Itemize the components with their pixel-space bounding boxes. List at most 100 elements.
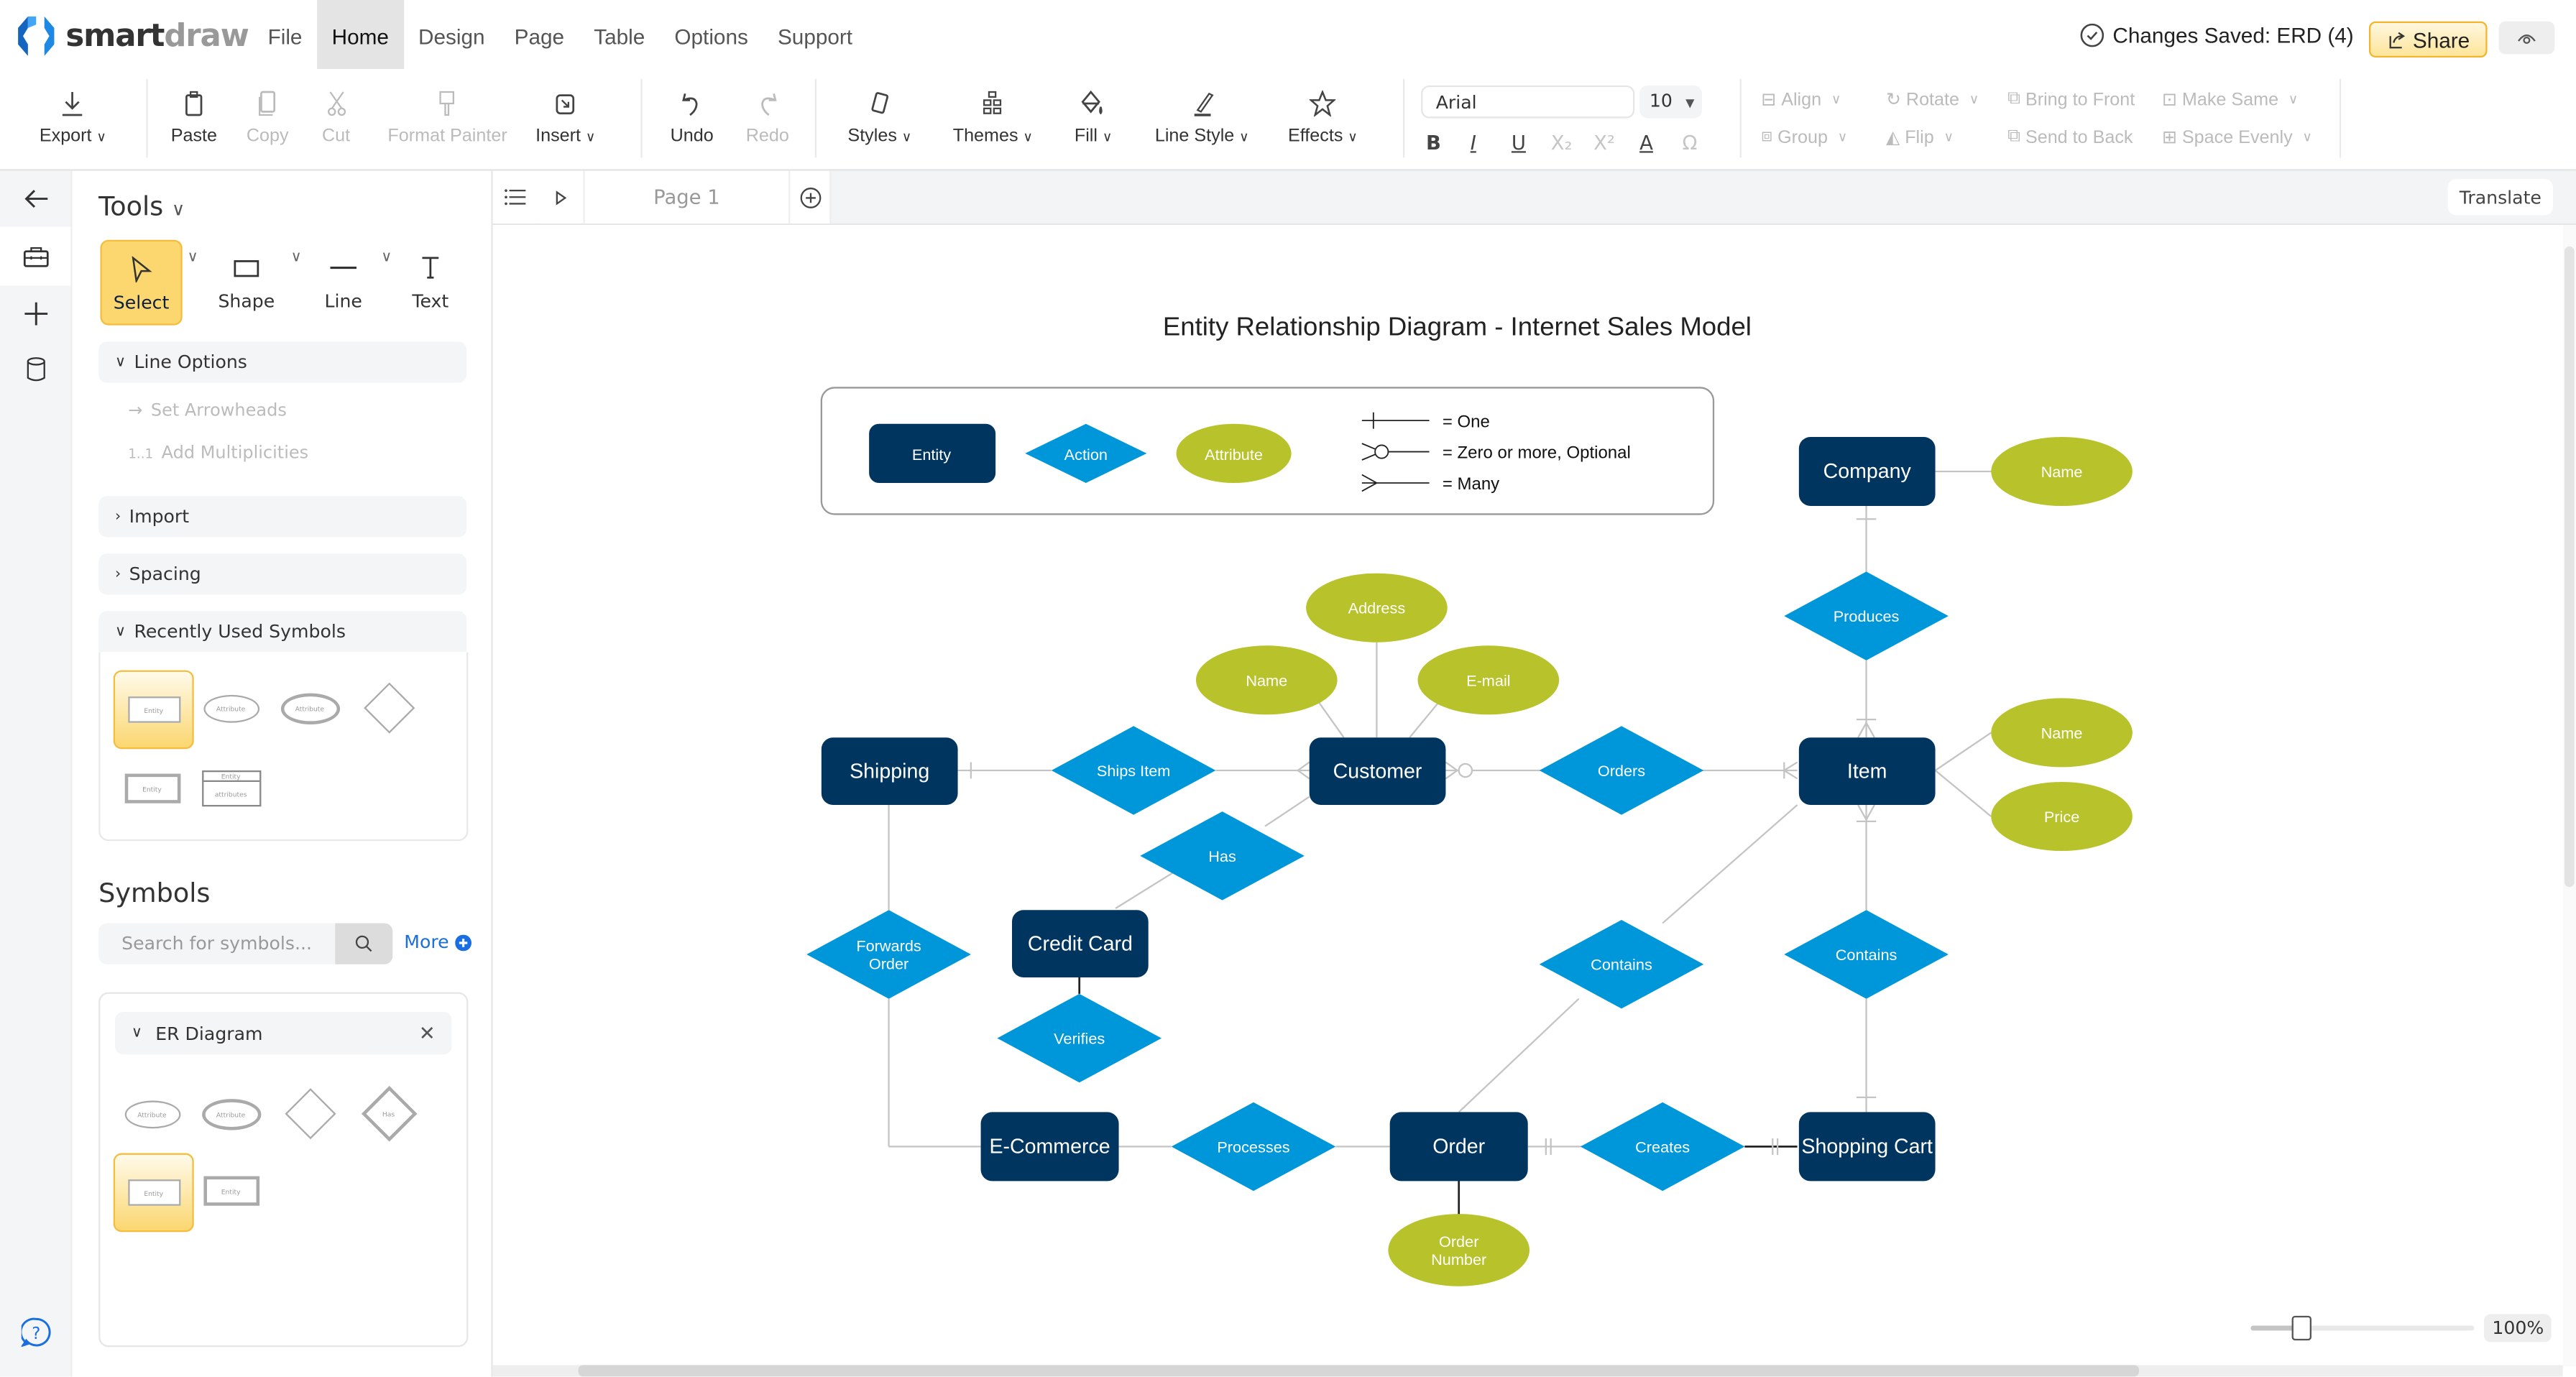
tool-select[interactable]: Select: [100, 239, 183, 326]
library-identifying-relationship[interactable]: Has: [350, 1076, 427, 1151]
italic-button[interactable]: I: [1471, 132, 1476, 155]
effects-button[interactable]: Effects ∨: [1288, 88, 1358, 146]
page-next-button[interactable]: [537, 170, 585, 224]
entity-order[interactable]: Order: [1389, 1112, 1528, 1182]
entity-customer[interactable]: Customer: [1309, 737, 1446, 805]
library-weak-entity[interactable]: Entity: [192, 1153, 269, 1229]
close-library-icon[interactable]: ✕: [419, 1022, 436, 1045]
tool-line[interactable]: Line: [304, 240, 383, 322]
add-page-button[interactable]: [790, 170, 832, 224]
preview-button[interactable]: [2498, 21, 2555, 55]
page-list-button[interactable]: [492, 170, 539, 224]
copy-button[interactable]: Copy: [247, 88, 289, 146]
rail-tools[interactable]: [0, 226, 71, 286]
cut-button[interactable]: Cut: [322, 88, 350, 146]
symbol-entity[interactable]: Entity: [113, 670, 194, 750]
connector-line[interactable]: [1315, 697, 1345, 738]
translate-button[interactable]: Translate: [2447, 179, 2553, 216]
action-orders[interactable]: Orders: [1539, 726, 1704, 815]
er-library-header[interactable]: ∨ ER Diagram ✕: [114, 1011, 452, 1055]
more-symbols-link[interactable]: More: [404, 931, 472, 953]
vertical-scroll-thumb[interactable]: [2564, 246, 2575, 888]
entity-ecommerce[interactable]: E-Commerce: [980, 1112, 1119, 1182]
entity-item[interactable]: Item: [1798, 737, 1936, 805]
symbol-attribute[interactable]: Attribute: [192, 671, 269, 746]
menu-table[interactable]: Table: [579, 0, 660, 69]
recently-used-section[interactable]: ∨ Recently Used Symbols: [98, 611, 467, 653]
tools-header[interactable]: Tools ∨: [98, 190, 185, 221]
menu-options[interactable]: Options: [660, 0, 763, 69]
drawing-canvas[interactable]: Entity Relationship Diagram - Internet S…: [492, 225, 2563, 1367]
zoom-slider[interactable]: [2250, 1314, 2477, 1342]
menu-file[interactable]: File: [253, 0, 317, 69]
font-family-select[interactable]: Arial: [1421, 85, 1635, 119]
entity-company[interactable]: Company: [1798, 436, 1936, 506]
zoom-slider-thumb[interactable]: [2292, 1314, 2312, 1340]
share-button[interactable]: Share: [2368, 21, 2488, 57]
entity-shipping[interactable]: Shipping: [821, 737, 958, 805]
font-color-button[interactable]: A: [1639, 132, 1653, 155]
symbol-multivalued-attribute[interactable]: Attribute: [271, 671, 348, 746]
help-button[interactable]: ?: [0, 1304, 70, 1360]
action-contains-order-item[interactable]: Contains: [1539, 919, 1704, 1009]
library-entity[interactable]: Entity: [113, 1153, 194, 1233]
rotate-button[interactable]: ↻ Rotate ∨: [1886, 88, 1979, 111]
connector-line[interactable]: [1458, 998, 1580, 1113]
export-button[interactable]: Export ∨: [40, 88, 106, 146]
smartdraw-logo[interactable]: smartdraw: [17, 15, 249, 57]
rail-add[interactable]: [0, 286, 70, 342]
shape-dropdown-chevron[interactable]: ∨: [291, 249, 302, 266]
library-multivalued-attribute[interactable]: Attribute: [192, 1076, 269, 1151]
menu-home[interactable]: Home: [317, 0, 404, 69]
attribute-customer-name[interactable]: Name: [1195, 645, 1338, 715]
add-multiplicities-option[interactable]: 1..1 Add Multiplicities: [128, 443, 308, 463]
entity-credit-card[interactable]: Credit Card: [1011, 910, 1149, 977]
connector-line[interactable]: [1934, 732, 1992, 771]
make-same-button[interactable]: ⊡ Make Same ∨: [2162, 88, 2298, 111]
action-ships-item[interactable]: Ships Item: [1051, 726, 1216, 815]
menu-page[interactable]: Page: [500, 0, 579, 69]
symbol-relationship[interactable]: [350, 671, 427, 746]
library-relationship[interactable]: [271, 1076, 348, 1151]
attribute-item-name[interactable]: Name: [1991, 698, 2133, 768]
attribute-address[interactable]: Address: [1306, 573, 1448, 643]
format-painter-button[interactable]: Format Painter: [387, 88, 507, 146]
group-button[interactable]: ⧈ Group ∨: [1761, 126, 1847, 148]
connector-line[interactable]: [1662, 804, 1798, 924]
subscript-button[interactable]: X₂: [1551, 132, 1573, 155]
themes-button[interactable]: Themes ∨: [953, 88, 1033, 146]
line-options-section[interactable]: ∨ Line Options: [98, 341, 467, 383]
back-button[interactable]: [0, 171, 70, 227]
fill-button[interactable]: Fill ∨: [1075, 88, 1112, 146]
align-button[interactable]: ⊟ Align ∨: [1761, 88, 1841, 111]
entity-shopping-cart[interactable]: Shopping Cart: [1798, 1112, 1936, 1182]
action-contains-cart-item[interactable]: Contains: [1784, 910, 1949, 999]
underline-button[interactable]: U: [1512, 132, 1526, 155]
action-processes[interactable]: Processes: [1171, 1102, 1336, 1192]
action-forwards-order[interactable]: ForwardsOrder: [806, 910, 971, 999]
connector-line[interactable]: [1264, 796, 1310, 827]
action-has[interactable]: Has: [1140, 811, 1305, 901]
connector-line[interactable]: [1409, 699, 1442, 739]
action-verifies[interactable]: Verifies: [997, 993, 1162, 1083]
set-arrowheads-option[interactable]: → Set Arrowheads: [128, 401, 287, 420]
connector-line[interactable]: [1115, 870, 1177, 909]
menu-design[interactable]: Design: [403, 0, 500, 69]
tab-page-1[interactable]: Page 1: [584, 170, 791, 224]
attribute-company-name[interactable]: Name: [1991, 436, 2133, 506]
attribute-email[interactable]: E-mail: [1417, 645, 1560, 715]
symbol-search-button[interactable]: [335, 923, 393, 964]
horizontal-scroll-thumb[interactable]: [578, 1365, 2139, 1377]
paste-button[interactable]: Paste: [171, 88, 217, 146]
symbol-weak-entity[interactable]: Entity: [114, 751, 190, 826]
menu-support[interactable]: Support: [763, 0, 867, 69]
attribute-order-number[interactable]: OrderNumber: [1388, 1214, 1530, 1286]
tool-text[interactable]: Text: [391, 240, 470, 322]
spacing-section[interactable]: › Spacing: [98, 553, 467, 595]
insert-button[interactable]: Insert ∨: [535, 88, 595, 146]
superscript-button[interactable]: X²: [1593, 132, 1615, 155]
rail-data[interactable]: [0, 341, 70, 397]
bring-to-front-button[interactable]: ⧉ Bring to Front: [2007, 88, 2135, 110]
symbol-entity-table[interactable]: Entity attributes: [192, 751, 269, 826]
space-evenly-button[interactable]: ⊞ Space Evenly ∨: [2162, 126, 2312, 148]
